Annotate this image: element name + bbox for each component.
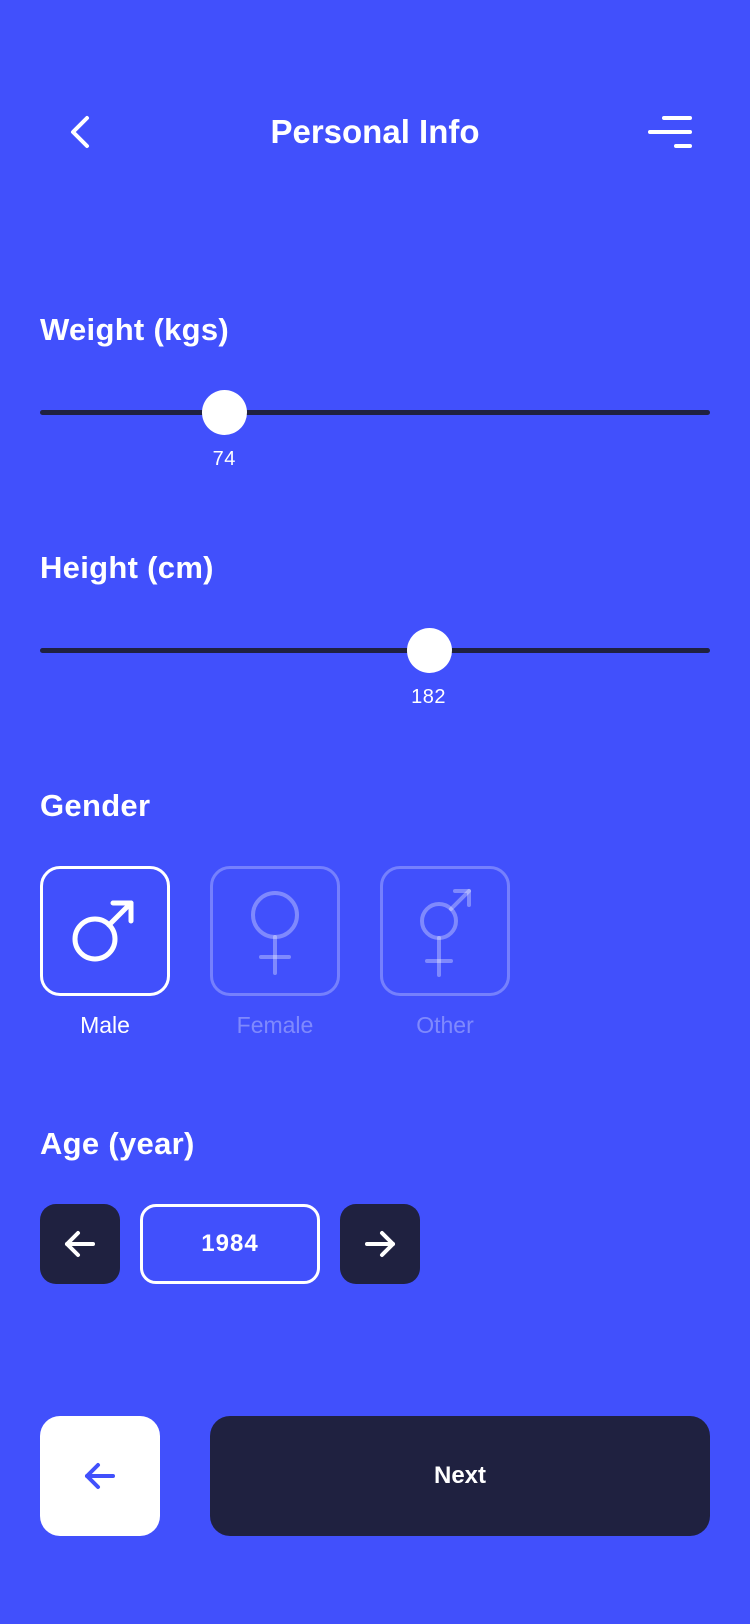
height-label: Height (cm) [40,550,214,585]
year-increment-button[interactable] [340,1204,420,1284]
transgender-icon [420,889,471,977]
height-slider[interactable] [40,626,710,676]
female-icon [251,891,299,975]
header: Personal Info [0,92,750,172]
age-label: Age (year) [40,1126,195,1161]
height-slider-track [40,648,710,653]
gender-option-male[interactable]: Male [40,866,170,1039]
gender-label: Gender [40,788,151,823]
gender-label-female: Female [236,1012,314,1038]
year-field[interactable]: 1984 [140,1204,320,1284]
gender-box-male[interactable] [40,866,170,996]
gender-box-other[interactable] [380,866,510,996]
year-decrement-button[interactable] [40,1204,120,1284]
gender-option-other[interactable]: Other [380,866,510,1039]
arrow-left-icon [85,1463,115,1489]
arrow-right-icon [365,1231,395,1257]
weight-label: Weight (kgs) [40,312,230,347]
weight-slider-thumb[interactable] [202,390,248,435]
weight-slider[interactable] [40,388,710,438]
gender-label-other: Other [416,1012,474,1038]
gender-box-female[interactable] [210,866,340,996]
male-icon [72,900,134,962]
weight-slider-track [40,410,710,415]
gender-option-female[interactable]: Female [210,866,340,1039]
page-title: Personal Info [270,113,480,150]
arrow-left-icon [65,1231,95,1257]
footer-back-button[interactable] [40,1416,160,1536]
next-button[interactable]: Next [210,1416,710,1536]
gender-label-male: Male [80,1012,130,1038]
height-value: 182 [411,686,447,708]
height-slider-thumb[interactable] [406,628,452,673]
weight-value: 74 [212,448,236,470]
menu-icon[interactable] [648,114,692,150]
